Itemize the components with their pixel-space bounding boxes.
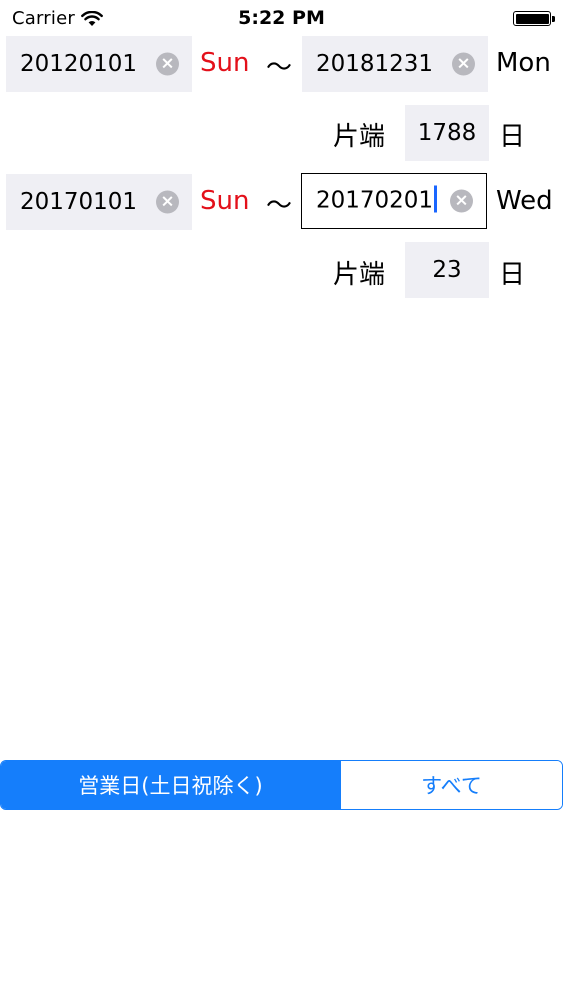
range1-count-value: 1788	[405, 105, 489, 161]
clear-icon[interactable]: ×	[156, 52, 179, 76]
range1-count-label: 片端	[333, 122, 386, 152]
clear-icon[interactable]: ×	[452, 52, 475, 76]
battery-icon	[513, 11, 555, 26]
range2-start-day: Sun	[200, 186, 250, 216]
range2-end-day: Wed	[496, 186, 553, 216]
range2-end-value-wrap: 20170201	[316, 185, 437, 215]
range2-count-label: 片端	[333, 260, 386, 290]
range1-start-value: 20120101	[20, 51, 138, 77]
range2-start-field[interactable]: 20170101 ×	[6, 174, 192, 230]
range2-end-field[interactable]: 20170201 ×	[301, 173, 487, 229]
range2-separator: 〜	[266, 191, 293, 221]
range2-count-value: 23	[405, 242, 489, 298]
range1-unit-label: 日	[499, 122, 526, 152]
range2-unit-label: 日	[499, 260, 526, 290]
clear-icon[interactable]: ×	[450, 189, 473, 213]
segment-all[interactable]: すべて	[340, 761, 562, 809]
status-time: 5:22 PM	[238, 7, 325, 29]
segment-business-days[interactable]: 営業日(土日祝除く)	[1, 761, 340, 809]
range1-separator: 〜	[266, 53, 293, 83]
status-bar: Carrier 5:22 PM	[0, 0, 563, 38]
range1-end-value: 20181231	[316, 51, 434, 77]
day-type-segmented-control: 営業日(土日祝除く) すべて	[0, 760, 563, 810]
range1-end-field[interactable]: 20181231 ×	[302, 36, 488, 92]
range2-end-value: 20170201	[316, 187, 434, 214]
text-cursor	[434, 185, 437, 213]
range2-start-value: 20170101	[20, 189, 138, 215]
clear-icon[interactable]: ×	[156, 190, 179, 214]
range1-start-day: Sun	[200, 48, 250, 78]
range1-start-field[interactable]: 20120101 ×	[6, 36, 192, 92]
range1-end-day: Mon	[496, 48, 551, 78]
